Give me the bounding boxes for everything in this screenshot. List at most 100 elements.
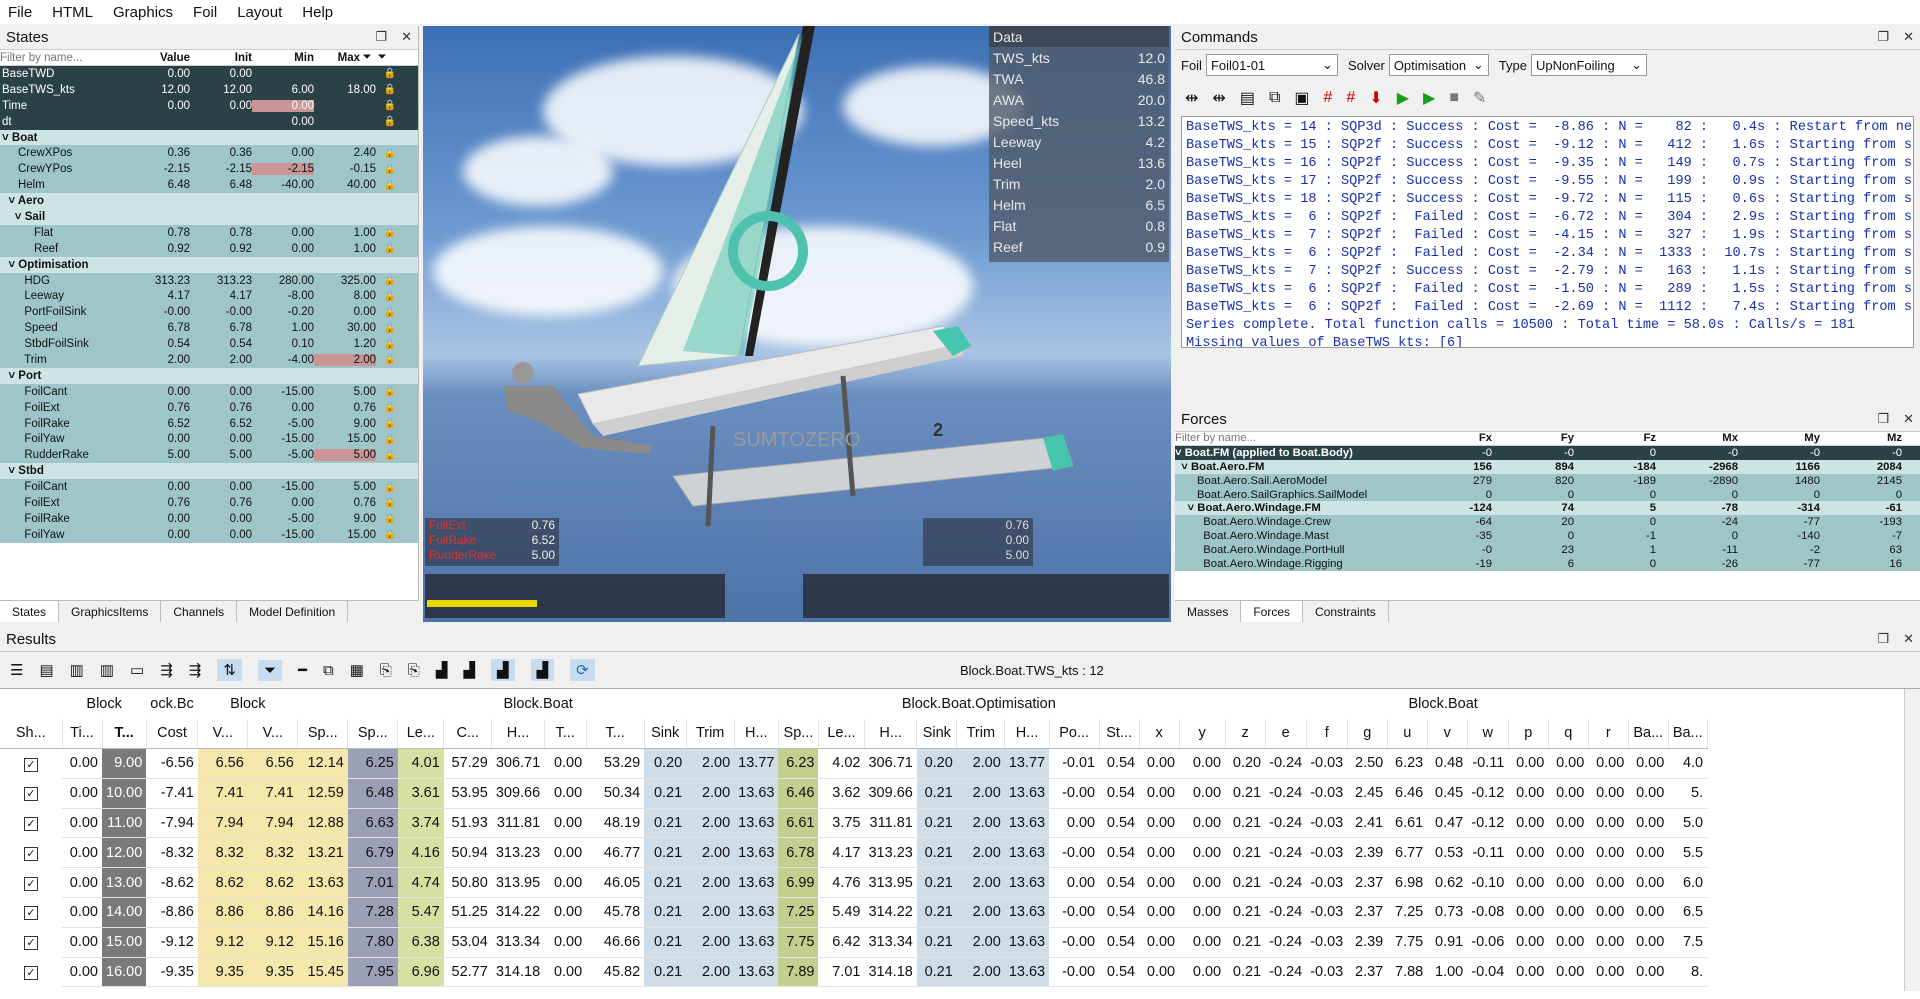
- tab-forces[interactable]: Forces: [1241, 601, 1304, 622]
- state-row[interactable]: FoilCant 0.00 0.00 -15.00 5.00 🔒: [0, 479, 418, 496]
- table-cell[interactable]: 0.00: [1508, 748, 1549, 779]
- state-init[interactable]: 0.00: [190, 529, 252, 541]
- state-init[interactable]: 0.00: [190, 481, 252, 493]
- column-header[interactable]: Ti...: [62, 718, 103, 750]
- state-row[interactable]: CrewYPos -2.15 -2.15 -2.15 -0.15 🔒: [0, 161, 418, 178]
- table-cell[interactable]: -0.24: [1265, 897, 1307, 928]
- table-cell[interactable]: -0.03: [1306, 808, 1348, 839]
- state-row[interactable]: HDG 313.23 313.23 280.00 325.00 🔒: [0, 272, 418, 289]
- col-my[interactable]: My: [1738, 432, 1820, 444]
- table-cell[interactable]: 311.81: [491, 808, 545, 839]
- plot-icon[interactable]: ▟: [491, 659, 515, 681]
- table-cell[interactable]: 6.61: [778, 808, 819, 839]
- state-row[interactable]: FoilCant 0.00 0.00 -15.00 5.00 🔒: [0, 383, 418, 400]
- state-init[interactable]: 6.52: [190, 418, 252, 430]
- list-icon[interactable]: ☰: [10, 661, 23, 679]
- state-value[interactable]: 6.52: [148, 418, 190, 430]
- close-icon[interactable]: ✕: [1903, 29, 1914, 45]
- table-cell[interactable]: 6.25: [347, 748, 398, 779]
- table-cell[interactable]: 13.63: [734, 778, 779, 809]
- table-cell[interactable]: 0.00: [544, 867, 587, 899]
- stop-icon[interactable]: ■: [1449, 89, 1459, 107]
- arrow-down-icon[interactable]: ⬇: [1369, 88, 1382, 108]
- table-cell[interactable]: -0.01: [1049, 748, 1100, 779]
- state-row[interactable]: CrewXPos 0.36 0.36 0.00 2.40 🔒: [0, 145, 418, 162]
- table-cell[interactable]: 12.14: [297, 748, 348, 779]
- table-cell[interactable]: 0.91: [1427, 927, 1468, 958]
- table-cell[interactable]: 6.46: [1387, 778, 1428, 809]
- column-header[interactable]: H...: [864, 718, 918, 750]
- column-header[interactable]: e: [1265, 718, 1307, 750]
- table-cell[interactable]: 13.63: [1004, 808, 1050, 839]
- table-cell[interactable]: 6.23: [1387, 748, 1428, 779]
- table-cell[interactable]: 0.00: [1548, 778, 1589, 809]
- table-cell[interactable]: 15.45: [297, 957, 348, 988]
- table-cell[interactable]: -0.24: [1265, 837, 1307, 869]
- table-cell[interactable]: 6.99: [778, 867, 819, 899]
- state-max[interactable]: 8.00: [314, 290, 376, 302]
- table-cell[interactable]: 2.00: [956, 778, 1005, 809]
- state-max[interactable]: 9.00: [314, 513, 376, 525]
- state-init[interactable]: 6.48: [190, 179, 252, 191]
- state-init[interactable]: 313.23: [190, 275, 252, 287]
- table-cell[interactable]: -0.24: [1265, 808, 1307, 839]
- table-cell[interactable]: 13.63: [734, 957, 779, 988]
- table-cell[interactable]: 0.21: [916, 927, 957, 958]
- table-cell[interactable]: 6.0: [1668, 867, 1708, 899]
- table-cell[interactable]: 6.77: [1387, 837, 1428, 869]
- table-cell[interactable]: -0.03: [1306, 957, 1348, 988]
- table-cell[interactable]: -0.06: [1467, 927, 1509, 958]
- table-cell[interactable]: 2.50: [1347, 748, 1388, 779]
- table-cell[interactable]: 6.63: [347, 808, 398, 839]
- state-value[interactable]: -2.15: [148, 163, 190, 175]
- table-cell[interactable]: 0.54: [1099, 748, 1140, 779]
- table-cell[interactable]: 313.34: [864, 927, 917, 958]
- state-min[interactable]: 0.00: [252, 402, 314, 414]
- state-min[interactable]: -5.00: [252, 418, 314, 430]
- table-cell[interactable]: 6.96: [397, 957, 444, 988]
- state-max[interactable]: 40.00: [314, 179, 376, 191]
- table-cell[interactable]: 15.16: [297, 927, 348, 958]
- table-cell[interactable]: 0.00: [1628, 867, 1669, 899]
- table-cell[interactable]: 0.00: [1139, 808, 1180, 839]
- state-min[interactable]: 0.00: [252, 147, 314, 159]
- table-cell[interactable]: 45.78: [586, 897, 645, 928]
- table-cell[interactable]: 53.29: [586, 748, 645, 779]
- table-cell[interactable]: 0.00: [62, 837, 102, 869]
- tab-graphicsitems[interactable]: GraphicsItems: [59, 601, 162, 622]
- table-cell[interactable]: 13.63: [297, 867, 348, 899]
- table-cell[interactable]: 7.94: [197, 808, 248, 839]
- column-header[interactable]: r: [1588, 718, 1629, 750]
- table-cell[interactable]: 9.35: [197, 957, 248, 988]
- table-cell[interactable]: 0.21: [644, 837, 687, 869]
- table-cell[interactable]: 0.54: [1099, 837, 1140, 869]
- menu-item-help[interactable]: Help: [302, 4, 333, 21]
- table-cell[interactable]: 0.53: [1427, 837, 1468, 869]
- table-cell[interactable]: 0.00: [1548, 837, 1589, 869]
- solver-select[interactable]: Optimisation ⌄: [1388, 54, 1489, 76]
- table-cell[interactable]: 0.00: [544, 957, 587, 988]
- state-row[interactable]: PortFoilSink -0.00 -0.00 -0.20 0.00 🔒: [0, 304, 418, 321]
- table-cell[interactable]: 2.37: [1347, 867, 1388, 899]
- column-header[interactable]: Sink: [916, 718, 958, 750]
- state-max[interactable]: 30.00: [314, 322, 376, 334]
- state-min[interactable]: -15.00: [252, 386, 314, 398]
- lock-icon[interactable]: 🔒: [376, 307, 404, 318]
- table-cell[interactable]: 13.63: [1004, 957, 1050, 988]
- column-header[interactable]: Trim: [686, 718, 735, 750]
- table-cell[interactable]: 2.00: [686, 867, 735, 899]
- table-cell[interactable]: 0.00: [544, 927, 587, 958]
- table-cell[interactable]: 7.75: [778, 927, 819, 958]
- state-row[interactable]: Speed 6.78 6.78 1.00 30.00 🔒: [0, 320, 418, 337]
- table-cell[interactable]: 0.62: [1427, 867, 1468, 899]
- table-cell[interactable]: -0.00: [1049, 837, 1100, 869]
- state-max[interactable]: 2.00: [314, 353, 376, 366]
- step-icon[interactable]: ▶: [1397, 88, 1409, 108]
- states-filter-input[interactable]: [0, 50, 148, 65]
- table-cell[interactable]: 2.00: [956, 837, 1005, 869]
- table-cell[interactable]: -8.86: [146, 897, 198, 928]
- tab-model-definition[interactable]: Model Definition: [237, 601, 349, 622]
- column-header[interactable]: Sp...: [297, 718, 349, 750]
- table-cell[interactable]: 8.86: [197, 897, 248, 928]
- column-header[interactable]: T...: [102, 718, 147, 750]
